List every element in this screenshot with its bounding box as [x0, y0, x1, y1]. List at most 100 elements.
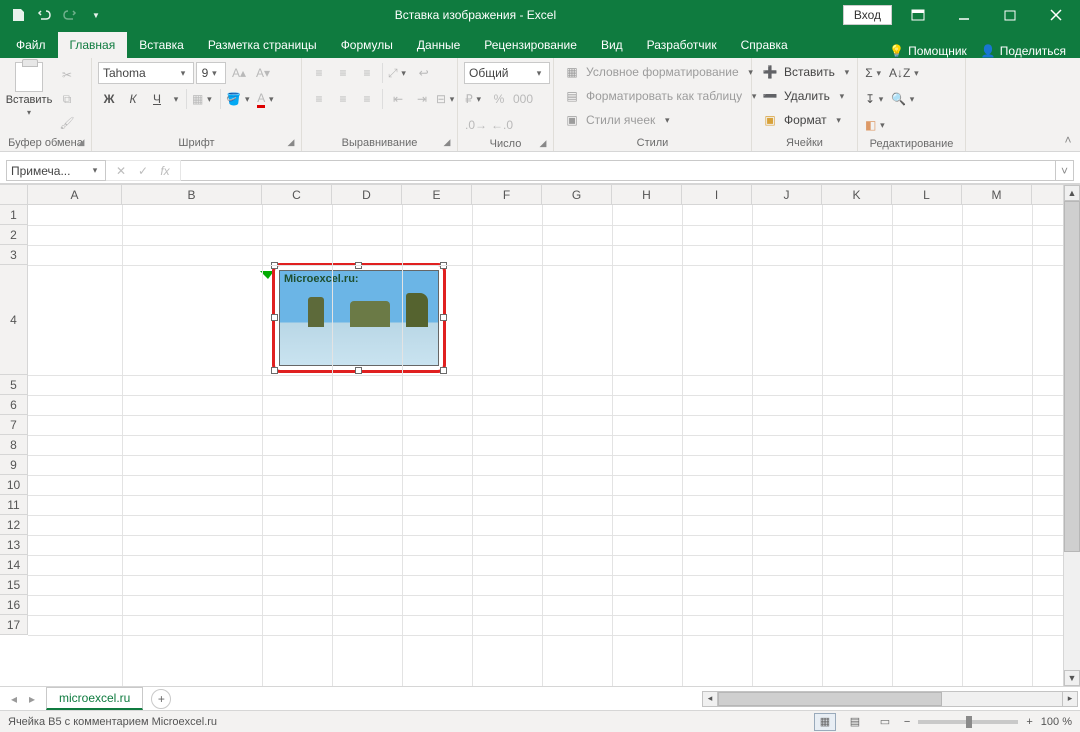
row-header[interactable]: 7 — [0, 415, 27, 435]
align-center-icon[interactable]: ≡ — [332, 88, 354, 110]
format-cells-button[interactable]: ▣Формат▾ — [758, 110, 849, 130]
row-header[interactable]: 13 — [0, 535, 27, 555]
font-color-icon[interactable]: A▾ — [256, 88, 278, 110]
cells-area[interactable]: Microexcel.ru: — [28, 205, 1080, 686]
conditional-formatting-button[interactable]: ▦Условное форматирование▾ — [560, 62, 761, 82]
signin-button[interactable]: Вход — [843, 5, 892, 25]
zoom-in-icon[interactable]: + — [1026, 716, 1032, 728]
row-header[interactable]: 4 — [0, 265, 27, 375]
font-size-combo[interactable]: 9▾ — [196, 62, 226, 84]
qat-dropdown-icon[interactable]: ▼ — [84, 3, 108, 27]
vertical-scrollbar[interactable]: ▲ ▼ — [1063, 185, 1080, 686]
row-header[interactable]: 16 — [0, 595, 27, 615]
shrink-font-icon[interactable]: A▾ — [252, 62, 274, 84]
col-header[interactable]: H — [612, 185, 682, 204]
launcher-icon[interactable]: ◢ — [285, 137, 297, 149]
close-icon[interactable] — [1036, 1, 1076, 29]
tab-view[interactable]: Вид — [589, 32, 635, 58]
col-header[interactable]: D — [332, 185, 402, 204]
scroll-down-icon[interactable]: ▼ — [1064, 670, 1080, 686]
tab-data[interactable]: Данные — [405, 32, 472, 58]
undo-icon[interactable] — [32, 3, 56, 27]
scroll-right-icon[interactable]: ▸ — [1062, 691, 1078, 707]
scroll-up-icon[interactable]: ▲ — [1064, 185, 1080, 201]
decrease-indent-icon[interactable]: ⇤ — [387, 88, 409, 110]
font-name-combo[interactable]: Tahoma▾ — [98, 62, 194, 84]
format-as-table-button[interactable]: ▤Форматировать как таблицу▾ — [560, 86, 764, 106]
inserted-image[interactable]: Microexcel.ru: — [279, 270, 439, 366]
minimize-icon[interactable] — [944, 1, 984, 29]
tab-formulas[interactable]: Формулы — [329, 32, 405, 58]
orientation-icon[interactable]: ⤢▾ — [387, 62, 411, 84]
row-header[interactable]: 12 — [0, 515, 27, 535]
bold-button[interactable]: Ж — [98, 88, 120, 110]
sheet-tab[interactable]: microexcel.ru — [46, 687, 143, 710]
align-left-icon[interactable]: ≡ — [308, 88, 330, 110]
worksheet-grid[interactable]: ABCDEFGHIJKLM 1234567891011121314151617 … — [0, 184, 1080, 686]
row-header[interactable]: 1 — [0, 205, 27, 225]
tab-pagelayout[interactable]: Разметка страницы — [196, 32, 329, 58]
borders-icon[interactable]: ▦▾ — [191, 88, 216, 110]
formula-input[interactable] — [181, 160, 1056, 181]
horizontal-scrollbar[interactable]: ◂ ▸ — [700, 691, 1080, 707]
tab-file[interactable]: Файл — [4, 32, 58, 58]
merge-icon[interactable]: ⊟▾ — [435, 88, 459, 110]
maximize-icon[interactable] — [990, 1, 1030, 29]
row-header[interactable]: 10 — [0, 475, 27, 495]
fx-icon[interactable]: fx — [156, 164, 174, 178]
collapse-ribbon-icon[interactable]: ˄ — [1056, 58, 1080, 151]
col-header[interactable]: C — [262, 185, 332, 204]
row-header[interactable]: 17 — [0, 615, 27, 635]
align-middle-icon[interactable]: ≡ — [332, 62, 354, 84]
add-sheet-button[interactable]: + — [151, 689, 171, 709]
save-icon[interactable] — [6, 3, 30, 27]
scroll-thumb[interactable] — [718, 692, 942, 706]
ribbon-display-icon[interactable] — [898, 1, 938, 29]
col-header[interactable]: I — [682, 185, 752, 204]
clear-icon[interactable]: ◧▾ — [864, 114, 889, 136]
cancel-icon[interactable]: ✕ — [112, 164, 130, 178]
col-header[interactable]: M — [962, 185, 1032, 204]
number-format-combo[interactable]: Общий▾ — [464, 62, 550, 84]
tellme-button[interactable]: 💡Помощник — [889, 44, 967, 58]
align-right-icon[interactable]: ≡ — [356, 88, 378, 110]
tab-help[interactable]: Справка — [729, 32, 800, 58]
name-box[interactable]: Примеча...▾ — [6, 160, 106, 181]
sort-filter-icon[interactable]: A↓Z▾ — [888, 62, 923, 84]
wrap-text-icon[interactable]: ↩ — [413, 62, 435, 84]
autosum-icon[interactable]: Σ▾ — [864, 62, 886, 84]
decrease-decimal-icon[interactable]: ←.0 — [490, 114, 514, 136]
row-header[interactable]: 6 — [0, 395, 27, 415]
enter-icon[interactable]: ✓ — [134, 164, 152, 178]
col-header[interactable]: F — [472, 185, 542, 204]
col-header[interactable]: L — [892, 185, 962, 204]
underline-button[interactable]: Ч — [146, 88, 168, 110]
increase-indent-icon[interactable]: ⇥ — [411, 88, 433, 110]
tab-insert[interactable]: Вставка — [127, 32, 196, 58]
col-header[interactable]: B — [122, 185, 262, 204]
format-painter-icon[interactable]: 🖌 — [56, 112, 78, 134]
col-header[interactable]: J — [752, 185, 822, 204]
select-all-corner[interactable] — [0, 185, 28, 205]
expand-formula-icon[interactable]: ˅ — [1056, 160, 1074, 181]
row-header[interactable]: 5 — [0, 375, 27, 395]
fill-color-icon[interactable]: 🪣▾ — [225, 88, 254, 110]
percent-icon[interactable]: % — [488, 88, 510, 110]
comma-icon[interactable]: 000 — [512, 88, 534, 110]
align-top-icon[interactable]: ≡ — [308, 62, 330, 84]
share-button[interactable]: 👤Поделиться — [981, 44, 1066, 58]
increase-decimal-icon[interactable]: .0→ — [464, 114, 488, 136]
align-bottom-icon[interactable]: ≡ — [356, 62, 378, 84]
tab-home[interactable]: Главная — [58, 32, 128, 58]
row-header[interactable]: 9 — [0, 455, 27, 475]
insert-cells-button[interactable]: ➕Вставить▾ — [758, 62, 857, 82]
row-header[interactable]: 14 — [0, 555, 27, 575]
accounting-icon[interactable]: ₽▾ — [464, 88, 486, 110]
redo-icon[interactable] — [58, 3, 82, 27]
row-header[interactable]: 3 — [0, 245, 27, 265]
row-header[interactable]: 2 — [0, 225, 27, 245]
row-header[interactable]: 15 — [0, 575, 27, 595]
paste-button[interactable]: Вставить ▾ — [6, 62, 52, 117]
col-header[interactable]: G — [542, 185, 612, 204]
launcher-icon[interactable]: ◢ — [75, 137, 87, 149]
